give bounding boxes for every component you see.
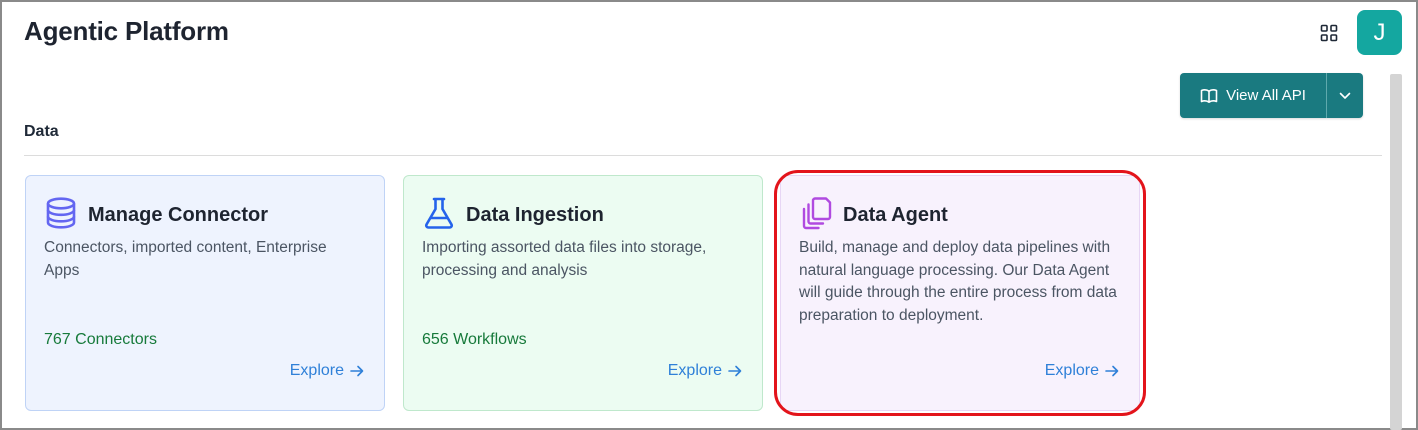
view-all-api-split-button: View All API <box>1180 73 1363 118</box>
explore-label: Explore <box>289 362 344 379</box>
api-dropdown-toggle[interactable] <box>1327 73 1363 118</box>
card-title: Data Ingestion <box>466 204 604 226</box>
card-title: Manage Connector <box>88 204 269 226</box>
section-divider <box>24 155 1382 156</box>
card-description: Connectors, imported content, Enterprise… <box>44 239 327 279</box>
avatar[interactable]: J <box>1357 10 1402 55</box>
avatar-initial: J <box>1373 18 1386 46</box>
arrow-right-icon <box>350 365 364 377</box>
data-agent-card[interactable]: Data Agent Build, manage and deploy data… <box>780 175 1140 411</box>
manage-connector-card[interactable]: Manage Connector Connectors, imported co… <box>25 175 385 411</box>
database-icon <box>46 197 76 229</box>
flask-icon <box>424 197 454 229</box>
copy-icon <box>802 197 832 230</box>
view-all-api-label: View All API <box>1226 87 1306 104</box>
explore-link[interactable]: Explore <box>1045 362 1119 380</box>
scrollbar[interactable] <box>1390 74 1402 430</box>
data-ingestion-card[interactable]: Data Ingestion Importing assorted data f… <box>403 175 763 411</box>
connector-count: 767 Connectors <box>44 331 157 348</box>
workflow-count: 656 Workflows <box>422 331 527 348</box>
explore-label: Explore <box>1044 362 1099 379</box>
arrow-right-icon <box>728 365 742 377</box>
grid-icon <box>1320 24 1338 42</box>
card-title: Data Agent <box>843 204 948 226</box>
card-description: Importing assorted data files into stora… <box>422 239 707 279</box>
apps-grid-button[interactable] <box>1318 22 1340 44</box>
explore-link[interactable]: Explore <box>290 362 364 380</box>
book-icon <box>1200 88 1218 103</box>
explore-label: Explore <box>667 362 722 379</box>
chevron-down-icon <box>1339 92 1351 99</box>
arrow-right-icon <box>1105 365 1119 377</box>
explore-link[interactable]: Explore <box>668 362 742 380</box>
view-all-api-button[interactable]: View All API <box>1180 73 1327 118</box>
card-description: Build, manage and deploy data pipelines … <box>799 239 1117 324</box>
section-title: Data <box>24 123 59 140</box>
page-title: Agentic Platform <box>24 16 229 46</box>
